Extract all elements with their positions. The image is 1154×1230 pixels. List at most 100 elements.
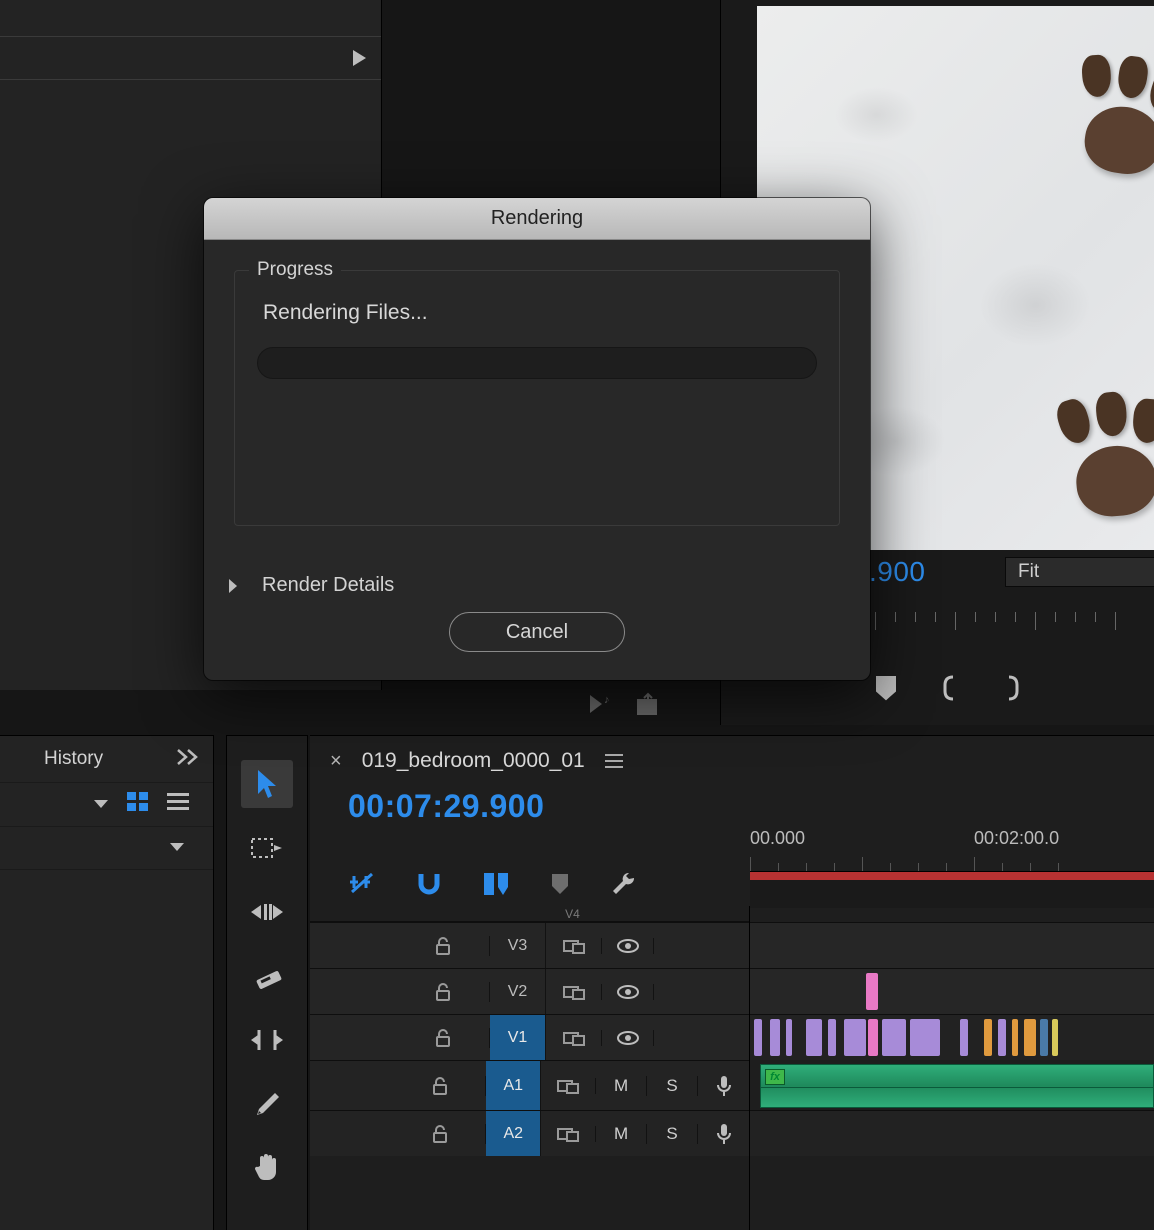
sync-lock-icon[interactable] bbox=[541, 1078, 596, 1094]
eye-toggle-icon[interactable] bbox=[602, 984, 654, 1000]
track-label[interactable]: V3 bbox=[490, 923, 546, 968]
sync-lock-icon[interactable] bbox=[541, 1126, 596, 1142]
lock-icon[interactable] bbox=[396, 982, 490, 1002]
hand-tool[interactable] bbox=[241, 1144, 293, 1192]
marker-icon[interactable] bbox=[875, 675, 897, 701]
zoom-level-select[interactable]: Fit bbox=[1005, 557, 1154, 587]
marker-add-icon[interactable] bbox=[550, 872, 570, 896]
cancel-button[interactable]: Cancel bbox=[449, 612, 625, 652]
track-select-tool[interactable] bbox=[241, 824, 293, 872]
ruler-label: 00.000 bbox=[750, 828, 805, 849]
track-header-area: V4 V3 V2 V1 A1 M S bbox=[310, 906, 750, 1230]
linked-selection-icon[interactable] bbox=[482, 871, 510, 897]
clip[interactable] bbox=[1040, 1019, 1048, 1056]
snap-icon[interactable] bbox=[416, 870, 442, 898]
play-triangle-icon[interactable] bbox=[351, 49, 367, 67]
lock-icon[interactable] bbox=[394, 1076, 486, 1096]
clip[interactable] bbox=[754, 1019, 762, 1056]
play-insert-icon[interactable]: ♪ bbox=[588, 693, 616, 720]
solo-toggle[interactable]: S bbox=[647, 1124, 698, 1144]
dropdown-icon[interactable] bbox=[93, 796, 109, 814]
clip[interactable] bbox=[868, 1019, 878, 1056]
close-tab-icon[interactable]: × bbox=[330, 750, 342, 773]
track-content-v1[interactable] bbox=[750, 1014, 1154, 1060]
program-ruler[interactable] bbox=[871, 612, 1154, 642]
render-details-toggle[interactable]: Render Details bbox=[228, 574, 394, 597]
track-label[interactable]: A1 bbox=[486, 1061, 541, 1110]
track-row-v3[interactable]: V3 bbox=[310, 922, 749, 968]
clip[interactable] bbox=[1052, 1019, 1058, 1056]
insert-sequence-icon[interactable] bbox=[348, 872, 376, 896]
solo-toggle[interactable]: S bbox=[647, 1076, 698, 1096]
clip[interactable] bbox=[882, 1019, 906, 1056]
ripple-edit-tool[interactable] bbox=[241, 888, 293, 936]
track-row-v1[interactable]: V1 bbox=[310, 1014, 749, 1060]
razor-tool[interactable] bbox=[241, 952, 293, 1000]
clip[interactable] bbox=[828, 1019, 836, 1056]
eye-toggle-icon[interactable] bbox=[602, 1030, 654, 1046]
tracks-content[interactable]: fx bbox=[750, 906, 1154, 1230]
fx-badge[interactable]: fx bbox=[765, 1069, 785, 1085]
eye-toggle-icon[interactable] bbox=[602, 938, 654, 954]
dropdown-icon[interactable] bbox=[169, 839, 185, 857]
clip[interactable] bbox=[1024, 1019, 1036, 1056]
rendering-status-text: Rendering Files... bbox=[263, 301, 817, 325]
clip[interactable] bbox=[1012, 1019, 1018, 1056]
pen-tool[interactable] bbox=[241, 1080, 293, 1128]
track-row-v2[interactable]: V2 bbox=[310, 968, 749, 1014]
chevron-right-icon bbox=[228, 578, 238, 594]
audio-clip[interactable]: fx bbox=[760, 1064, 1154, 1108]
clip[interactable] bbox=[984, 1019, 992, 1056]
collapse-panel-icon[interactable] bbox=[175, 748, 201, 771]
timeline-track-area[interactable]: 00.000 00:02:00.0 bbox=[750, 824, 1154, 1230]
track-content-v3[interactable] bbox=[750, 922, 1154, 968]
lock-icon[interactable] bbox=[394, 1124, 486, 1144]
track-label[interactable]: V1 bbox=[490, 1015, 546, 1060]
sync-lock-icon[interactable] bbox=[546, 938, 602, 954]
clip[interactable] bbox=[770, 1019, 780, 1056]
timeline-timecode[interactable]: 00:07:29.900 bbox=[310, 788, 1154, 825]
track-label[interactable]: A2 bbox=[486, 1111, 541, 1156]
wrench-settings-icon[interactable] bbox=[610, 870, 638, 898]
breadcrumb-bar bbox=[0, 36, 381, 80]
clip[interactable] bbox=[786, 1019, 792, 1056]
out-bracket-icon[interactable] bbox=[1003, 675, 1021, 701]
track-content-a2[interactable] bbox=[750, 1110, 1154, 1156]
timeline-ruler[interactable]: 00.000 00:02:00.0 bbox=[750, 824, 1154, 872]
selection-tool[interactable] bbox=[241, 760, 293, 808]
voice-over-icon[interactable] bbox=[698, 1123, 749, 1145]
track-row-a2[interactable]: A2 M S bbox=[310, 1110, 749, 1156]
clip[interactable] bbox=[998, 1019, 1006, 1056]
in-bracket-icon[interactable] bbox=[941, 675, 959, 701]
rendering-dialog: Rendering Progress Rendering Files... Re… bbox=[204, 198, 870, 680]
timeline-gap bbox=[750, 880, 1154, 908]
panel-menu-icon[interactable] bbox=[605, 754, 623, 768]
track-row-a1[interactable]: A1 M S bbox=[310, 1060, 749, 1110]
sequence-name[interactable]: 019_bedroom_0000_01 bbox=[362, 749, 585, 773]
audio-waveform bbox=[761, 1087, 1153, 1088]
voice-over-icon[interactable] bbox=[698, 1075, 749, 1097]
clip[interactable] bbox=[844, 1019, 866, 1056]
export-frame-icon[interactable] bbox=[636, 692, 662, 721]
dialog-title: Rendering bbox=[204, 198, 870, 240]
render-bar bbox=[750, 872, 1154, 880]
program-timecode[interactable]: .900 bbox=[869, 556, 926, 588]
mute-toggle[interactable]: M bbox=[596, 1076, 647, 1096]
grid-view-icon[interactable] bbox=[127, 792, 149, 817]
slip-tool[interactable] bbox=[241, 1016, 293, 1064]
lock-icon[interactable] bbox=[396, 1028, 490, 1048]
list-view-icon[interactable] bbox=[167, 793, 189, 816]
lock-icon[interactable] bbox=[396, 936, 490, 956]
clip[interactable] bbox=[866, 973, 878, 1010]
clip[interactable] bbox=[960, 1019, 968, 1056]
history-tab[interactable]: History bbox=[44, 748, 103, 770]
progress-group: Progress Rendering Files... bbox=[234, 270, 840, 526]
track-content-v2[interactable] bbox=[750, 968, 1154, 1014]
sync-lock-icon[interactable] bbox=[546, 984, 602, 1000]
clip[interactable] bbox=[806, 1019, 822, 1056]
svg-text:♪: ♪ bbox=[604, 694, 610, 706]
mute-toggle[interactable]: M bbox=[596, 1124, 647, 1144]
track-label[interactable]: V2 bbox=[490, 969, 546, 1014]
sync-lock-icon[interactable] bbox=[546, 1030, 602, 1046]
clip[interactable] bbox=[910, 1019, 940, 1056]
